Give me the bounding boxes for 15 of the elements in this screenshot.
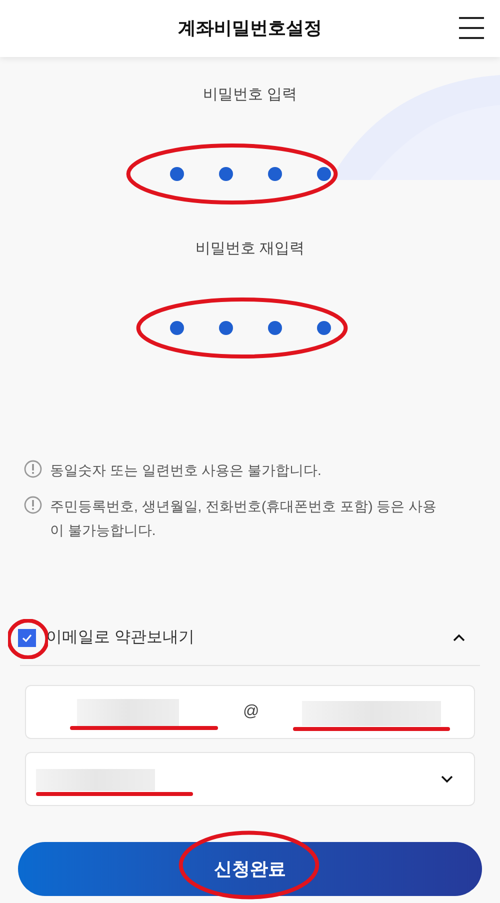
page-title: 계좌비밀번호설정 [178, 17, 322, 40]
notice-text: 주민등록번호, 생년월일, 전화번호(휴대폰번호 포함) 등은 사용이 불가능합니다. [50, 497, 438, 540]
check-icon [21, 632, 33, 644]
at-sign: @ [243, 702, 260, 722]
email-input-field[interactable]: @ [25, 685, 475, 739]
checkbox[interactable] [18, 628, 36, 646]
field-label: 비밀번호 입력 [202, 85, 298, 105]
warning-icon [24, 460, 42, 478]
menu-icon[interactable] [459, 17, 484, 39]
email-domain-select[interactable] [25, 752, 475, 806]
checkbox-label: 이메일로 약관보내기 [46, 628, 194, 648]
warning-icon [24, 496, 42, 514]
submit-button[interactable]: 신청완료 [18, 842, 482, 896]
field-label: 비밀번호 재입력 [195, 239, 305, 259]
notice-text: 동일숫자 또는 일련번호 사용은 불가합니다. [50, 461, 322, 480]
